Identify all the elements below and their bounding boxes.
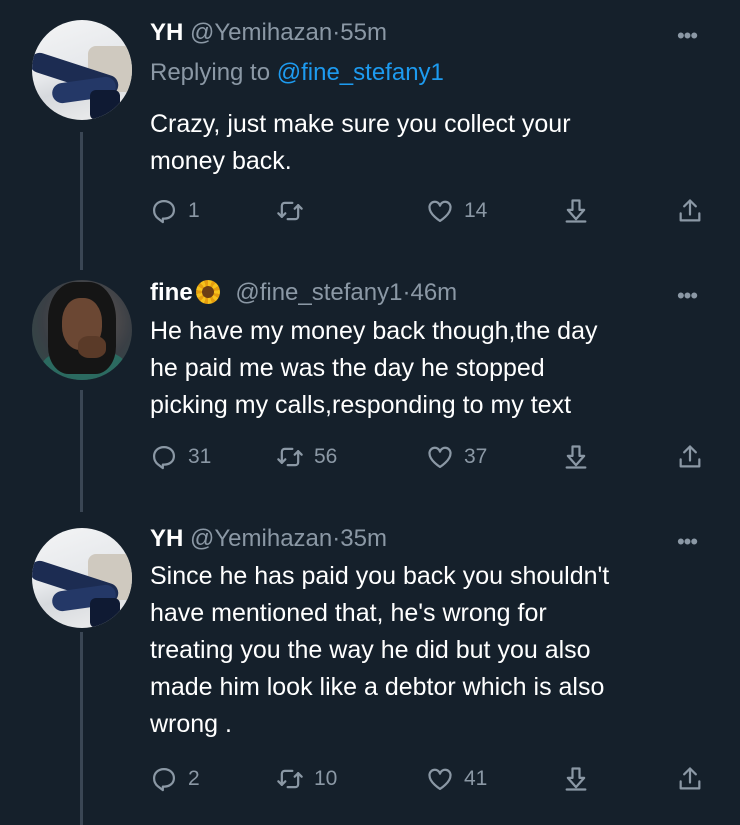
tweet-actions: 31 56 37 bbox=[150, 440, 710, 474]
tweet-text-line: picking my calls,responding to my text bbox=[150, 391, 572, 419]
retweet-button[interactable]: 10 bbox=[276, 762, 337, 796]
like-button[interactable]: 41 bbox=[426, 762, 487, 796]
display-name[interactable]: YH bbox=[150, 19, 183, 46]
retweet-button[interactable] bbox=[276, 194, 314, 228]
tweet-text: He have my money back though,the day he … bbox=[150, 313, 710, 424]
share-button[interactable] bbox=[676, 762, 704, 796]
display-name[interactable]: fine bbox=[150, 279, 193, 306]
tweet-text-line: Crazy, just make sure you collect your bbox=[150, 110, 571, 138]
retweet-count: 56 bbox=[314, 445, 338, 468]
replying-to-label: Replying to bbox=[150, 59, 271, 86]
tweet-actions: 2 10 41 bbox=[150, 762, 710, 796]
download-button[interactable] bbox=[562, 440, 590, 474]
share-button[interactable] bbox=[676, 440, 704, 474]
like-count: 37 bbox=[464, 445, 488, 468]
like-button[interactable]: 37 bbox=[426, 440, 487, 474]
retweet-icon bbox=[277, 769, 303, 789]
tweet-text-line: Since he has paid you back you shouldn't bbox=[150, 562, 610, 590]
share-icon bbox=[679, 445, 701, 468]
tweet-text-line: treating you the way he did but you also bbox=[150, 636, 591, 664]
heart-icon bbox=[428, 200, 452, 223]
tweet-header: YH @Yemihazan·55m bbox=[150, 18, 387, 48]
tweet[interactable]: YH @Yemihazan·55m ••• Replying to @fine_… bbox=[0, 0, 740, 260]
download-button[interactable] bbox=[562, 194, 590, 228]
user-handle[interactable]: @fine_stefany1 bbox=[235, 279, 402, 306]
user-handle[interactable]: @Yemihazan bbox=[190, 19, 332, 46]
tweet-header: YH @Yemihazan·35m bbox=[150, 524, 387, 554]
tweet-text-line: have mentioned that, he's wrong for bbox=[150, 599, 547, 627]
tweet-text: Since he has paid you back you shouldn't… bbox=[150, 558, 710, 743]
share-button[interactable] bbox=[676, 194, 704, 228]
display-name[interactable]: YH bbox=[150, 525, 183, 552]
retweet-button[interactable]: 56 bbox=[276, 440, 337, 474]
reply-icon bbox=[152, 445, 176, 470]
timestamp[interactable]: 55m bbox=[340, 19, 387, 46]
more-horizontal-icon[interactable]: ••• bbox=[672, 25, 702, 60]
like-button[interactable]: 14 bbox=[426, 194, 487, 228]
tweet-text-line: wrong . bbox=[150, 710, 232, 738]
tweet-actions: 1 14 bbox=[150, 194, 710, 228]
tweet-header: fine @fine_stefany1·46m bbox=[150, 278, 457, 308]
reply-count: 31 bbox=[188, 445, 212, 468]
download-icon bbox=[565, 767, 587, 791]
like-count: 14 bbox=[464, 199, 488, 222]
reply-button[interactable]: 1 bbox=[150, 194, 200, 228]
reply-count: 1 bbox=[188, 199, 200, 222]
replying-to: Replying to @fine_stefany1 bbox=[150, 58, 444, 88]
download-icon bbox=[565, 445, 587, 469]
download-button[interactable] bbox=[562, 762, 590, 796]
tweet[interactable]: YH @Yemihazan·35m ••• Since he has paid … bbox=[0, 510, 740, 825]
retweet-icon bbox=[277, 201, 303, 221]
retweet-icon bbox=[277, 447, 303, 467]
avatar[interactable] bbox=[32, 280, 132, 380]
tweet-text-line: he paid me was the day he stopped bbox=[150, 354, 545, 382]
tweet[interactable]: fine @fine_stefany1·46m ••• He have my m… bbox=[0, 260, 740, 510]
download-icon bbox=[565, 199, 587, 223]
heart-icon bbox=[428, 768, 452, 791]
reply-button[interactable]: 31 bbox=[150, 440, 211, 474]
timestamp[interactable]: 35m bbox=[340, 525, 387, 552]
replying-to-handle[interactable]: @fine_stefany1 bbox=[277, 59, 444, 86]
heart-icon bbox=[428, 446, 452, 469]
timestamp[interactable]: 46m bbox=[410, 279, 457, 306]
share-icon bbox=[679, 767, 701, 790]
reply-icon bbox=[152, 767, 176, 792]
reply-icon bbox=[152, 199, 176, 224]
share-icon bbox=[679, 199, 701, 222]
like-count: 41 bbox=[464, 767, 488, 790]
retweet-count: 10 bbox=[314, 767, 338, 790]
reply-count: 2 bbox=[188, 767, 200, 790]
avatar[interactable] bbox=[32, 528, 132, 628]
tweet-text-line: made him look like a debtor which is als… bbox=[150, 673, 605, 701]
tweet-text-line: He have my money back though,the day bbox=[150, 317, 598, 345]
avatar[interactable] bbox=[32, 20, 132, 120]
reply-button[interactable]: 2 bbox=[150, 762, 200, 796]
tweet-text-line: money back. bbox=[150, 147, 292, 175]
tweet-text: Crazy, just make sure you collect your m… bbox=[150, 106, 710, 180]
user-handle[interactable]: @Yemihazan bbox=[190, 525, 332, 552]
sunflower-emoji bbox=[195, 280, 223, 304]
